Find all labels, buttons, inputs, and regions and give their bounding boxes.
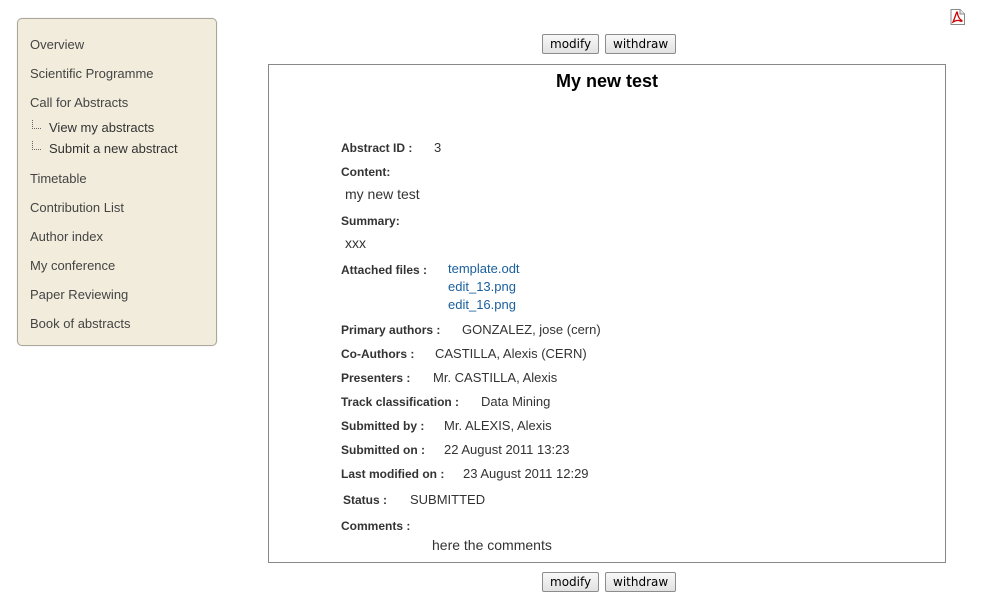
last-modified-value: 23 August 2011 12:29 (463, 466, 589, 481)
content-value: my new test (345, 186, 420, 202)
abstract-id-label: Abstract ID : (341, 141, 413, 155)
attached-file-link[interactable]: edit_16.png (448, 297, 516, 312)
presenters-label: Presenters : (341, 371, 411, 385)
presenters-value: Mr. CASTILLA, Alexis (433, 370, 558, 385)
sidebar-item-timetable[interactable]: Timetable (30, 171, 87, 186)
sidebar-item-paper-reviewing[interactable]: Paper Reviewing (30, 287, 128, 302)
attached-file-link[interactable]: template.odt (448, 261, 520, 276)
sidebar-subitem-view-my-abstracts[interactable]: View my abstracts (32, 120, 154, 135)
track-classification-value: Data Mining (481, 394, 551, 409)
submitted-by-label: Submitted by : (341, 419, 425, 433)
comments-label: Comments : (341, 519, 411, 533)
track-classification-label: Track classification : (341, 395, 460, 409)
submitted-on-value: 22 August 2011 13:23 (444, 442, 570, 457)
coauthors-label: Co-Authors : (341, 347, 415, 361)
sidebar-item-scientific-programme[interactable]: Scientific Programme (30, 66, 154, 81)
abstract-panel: My new test Abstract ID : 3 Content: my … (268, 64, 946, 563)
modify-button-bottom[interactable]: modify (542, 572, 600, 592)
coauthors-value: CASTILLA, Alexis (CERN) (435, 346, 587, 361)
submitted-on-label: Submitted on : (341, 443, 425, 457)
sidebar-subitem-label: Submit a new abstract (49, 141, 178, 156)
sidebar-item-call-for-abstracts[interactable]: Call for Abstracts (30, 95, 128, 110)
sidebar: Overview Scientific Programme Call for A… (17, 18, 217, 346)
sidebar-item-author-index[interactable]: Author index (30, 229, 103, 244)
sidebar-subitem-label: View my abstracts (49, 120, 155, 135)
abstract-id-value: 3 (434, 140, 442, 155)
content-label: Content: (341, 165, 391, 179)
sidebar-item-overview[interactable]: Overview (30, 37, 84, 52)
tree-connector-icon (32, 141, 41, 150)
withdraw-button[interactable]: withdraw (605, 34, 677, 54)
attached-files-label: Attached files : (341, 263, 428, 277)
tree-connector-icon (32, 120, 41, 129)
sidebar-subitem-submit-new-abstract[interactable]: Submit a new abstract (32, 141, 178, 156)
sidebar-item-my-conference[interactable]: My conference (30, 258, 115, 273)
summary-label: Summary: (341, 214, 400, 228)
summary-value: xxx (345, 235, 366, 251)
last-modified-label: Last modified on : (341, 467, 445, 481)
sidebar-item-contribution-list[interactable]: Contribution List (30, 200, 124, 215)
attached-file-link[interactable]: edit_13.png (448, 279, 516, 294)
pdf-icon[interactable] (950, 9, 965, 25)
primary-authors-value: GONZALEZ, jose (cern) (462, 322, 601, 337)
abstract-title: My new test (555, 71, 659, 91)
primary-authors-label: Primary authors : (341, 323, 441, 337)
withdraw-button-bottom[interactable]: withdraw (605, 572, 677, 592)
submitted-by-value: Mr. ALEXIS, Alexis (444, 418, 552, 433)
modify-button[interactable]: modify (542, 34, 600, 54)
status-badge: SUBMITTED (410, 492, 486, 507)
status-label: Status : (343, 493, 388, 507)
sidebar-item-book-of-abstracts[interactable]: Book of abstracts (30, 316, 130, 331)
comments-value: here the comments (432, 537, 552, 553)
